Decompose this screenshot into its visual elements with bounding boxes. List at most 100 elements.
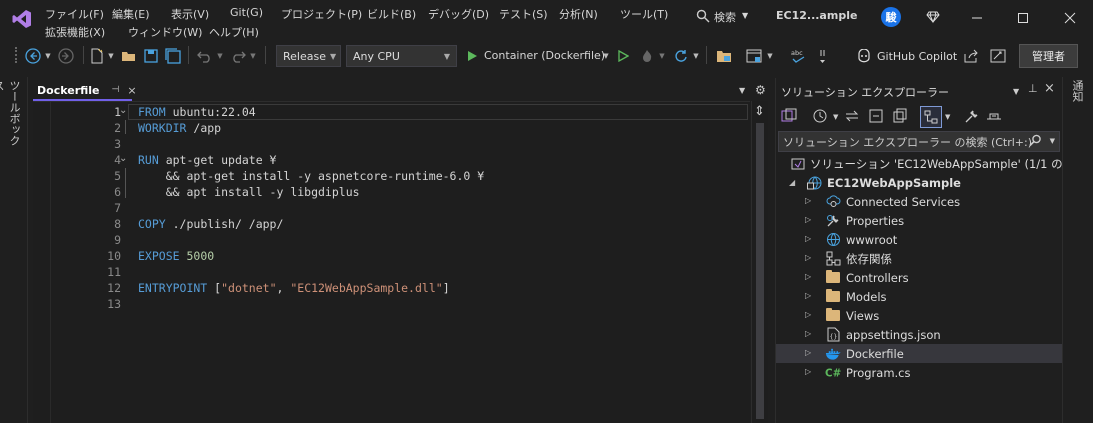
save-all-button[interactable] (164, 45, 182, 67)
search-options-chevron-down-icon[interactable]: ▼ (1050, 137, 1055, 145)
panel-pin-icon[interactable]: ⊥ (1028, 82, 1038, 95)
maximize-button[interactable] (1000, 0, 1046, 36)
run-target-label[interactable]: Container (Dockerfile) (484, 49, 605, 62)
panel-chevron-down-icon[interactable]: ▼ (1013, 87, 1019, 96)
show-all-files-button[interactable] (892, 108, 910, 126)
diamond-icon[interactable] (926, 10, 940, 24)
code-line[interactable]: FROM ubuntu:22.04 (138, 104, 748, 120)
expand-triangle-icon[interactable]: ▷ (805, 234, 811, 243)
close-button[interactable] (1047, 0, 1093, 36)
menu-tools[interactable]: ツール(T) (620, 6, 668, 22)
project-node[interactable]: ◢ EC12WebAppSample (776, 173, 1093, 192)
minimize-button[interactable] (954, 0, 1000, 36)
fold-chevron-icon[interactable]: ⌄ (119, 153, 127, 164)
switch-views-button[interactable] (781, 108, 799, 126)
code-line[interactable] (138, 136, 748, 152)
history-button[interactable] (812, 108, 830, 126)
pin-icon[interactable]: ⊣ (112, 85, 120, 95)
menu-edit[interactable]: 編集(E) (112, 6, 150, 22)
code-line[interactable]: && apt-get install -y aspnetcore-runtime… (138, 168, 748, 184)
code-line[interactable] (138, 264, 748, 280)
refresh-chevron-down-icon[interactable]: ▼ (691, 45, 701, 67)
forward-button[interactable] (55, 45, 77, 67)
expand-triangle-icon[interactable]: ▷ (805, 291, 811, 300)
tree-item-dependencies[interactable]: ▷ 依存関係 (776, 249, 1093, 268)
menu-analyze[interactable]: 分析(N) (559, 6, 598, 22)
code-line[interactable]: WORKDIR /app (138, 120, 748, 136)
new-item-chevron-down-icon[interactable]: ▼ (106, 45, 116, 67)
code-line[interactable]: EXPOSE 5000 (138, 248, 748, 264)
expand-triangle-icon[interactable]: ▷ (805, 310, 811, 319)
run-button[interactable] (464, 45, 480, 67)
code-line[interactable]: && apt install -y libgdiplus (138, 184, 748, 200)
tab-list-chevron-down-icon[interactable]: ▼ (739, 86, 745, 95)
expand-triangle-icon[interactable]: ▷ (805, 272, 811, 281)
redo-button[interactable] (228, 45, 248, 67)
menu-extensions[interactable]: 拡張機能(X) (45, 24, 105, 40)
solution-node[interactable]: ソリューション 'EC12WebAppSample' (1/1 のプロジェ (776, 154, 1093, 173)
expand-triangle-icon[interactable]: ▷ (805, 253, 811, 262)
search-chevron-down-icon[interactable]: ▼ (742, 11, 748, 20)
toolbar-grip[interactable] (15, 47, 19, 63)
avatar[interactable]: 駿 (881, 7, 901, 27)
tree-item-appsettings-json[interactable]: ▷ {} appsettings.json (776, 325, 1093, 344)
feedback-button[interactable] (988, 45, 1008, 67)
platform-select[interactable]: Any CPU ▼ (346, 45, 457, 67)
copilot-button[interactable]: GitHub Copilot (856, 45, 960, 67)
tab-close-icon[interactable]: × (127, 84, 136, 97)
menu-git[interactable]: Git(G) (230, 6, 263, 19)
folder-view-button[interactable] (714, 45, 734, 67)
new-item-button[interactable] (88, 45, 106, 67)
menu-test[interactable]: テスト(S) (499, 6, 548, 22)
expand-triangle-icon[interactable]: ▷ (805, 367, 811, 376)
menu-window[interactable]: ウィンドウ(W) (128, 24, 202, 40)
refresh-button[interactable] (672, 45, 690, 67)
undo-button[interactable] (195, 45, 215, 67)
scrollbar-thumb[interactable] (756, 123, 764, 419)
hot-reload-chevron-down-icon[interactable]: ▼ (657, 45, 667, 67)
split-editor-icon[interactable]: ⇕ (754, 105, 765, 118)
save-button[interactable] (142, 45, 160, 67)
layout-button[interactable] (744, 45, 764, 67)
menu-project[interactable]: プロジェクト(P) (281, 6, 362, 22)
tree-item-program-cs[interactable]: ▷ C# Program.cs (776, 363, 1093, 382)
code-line[interactable]: RUN apt-get update ¥ (138, 152, 748, 168)
editor-area[interactable]: 1 2 3 4 5 6 7 8 9 10 11 12 13 ⌄ ⌄ FROM ubuntu:22.04 W… (33, 101, 750, 423)
history-chevron-down-icon[interactable]: ▼ (833, 113, 838, 121)
open-folder-button[interactable] (120, 45, 138, 67)
tree-item-wwwroot[interactable]: ▷ wwwroot (776, 230, 1093, 249)
expanded-triangle-icon[interactable]: ◢ (789, 178, 795, 187)
code-line[interactable]: ENTRYPOINT ["dotnet", "EC12WebAppSample.… (138, 280, 748, 296)
back-chevron-down-icon[interactable]: ▼ (43, 45, 53, 67)
tab-dockerfile[interactable]: Dockerfile ⊣ × (33, 81, 137, 101)
share-button[interactable] (962, 45, 982, 67)
tree-item-properties[interactable]: ▷ Properties (776, 211, 1093, 230)
layout-chevron-down-icon[interactable]: ▼ (765, 45, 775, 67)
panel-close-icon[interactable]: × (1044, 81, 1055, 96)
search-icon[interactable] (696, 9, 710, 23)
code-line[interactable] (138, 296, 748, 312)
spell-check-button[interactable]: abc (789, 45, 809, 67)
redo-chevron-down-icon[interactable]: ▼ (248, 45, 258, 67)
filter-button[interactable] (920, 106, 942, 128)
sync-button[interactable] (844, 108, 862, 126)
expand-triangle-icon[interactable]: ▷ (805, 329, 811, 338)
expand-triangle-icon[interactable]: ▷ (805, 196, 811, 205)
configuration-select[interactable]: Release ▼ (276, 45, 341, 67)
search-label[interactable]: 検索 (714, 9, 736, 25)
back-button[interactable] (22, 45, 44, 67)
expand-triangle-icon[interactable]: ▷ (805, 215, 811, 224)
collapse-all-button[interactable] (868, 108, 886, 126)
tree-item-connected-services[interactable]: ▷ Connected Services (776, 192, 1093, 211)
menu-view[interactable]: 表示(V) (171, 6, 209, 22)
undo-chevron-down-icon[interactable]: ▼ (215, 45, 225, 67)
expand-triangle-icon[interactable]: ▷ (805, 348, 811, 357)
tree-item-controllers[interactable]: ▷ Controllers (776, 268, 1093, 287)
run-target-chevron-down-icon[interactable]: ▼ (601, 45, 611, 67)
menu-help[interactable]: ヘルプ(H) (209, 24, 259, 40)
fold-chevron-icon[interactable]: ⌄ (119, 105, 127, 116)
code-line[interactable] (138, 232, 748, 248)
hot-reload-button[interactable] (638, 45, 656, 67)
code-line[interactable] (138, 200, 748, 216)
tree-item-dockerfile[interactable]: ▷ Dockerfile (776, 344, 1093, 363)
